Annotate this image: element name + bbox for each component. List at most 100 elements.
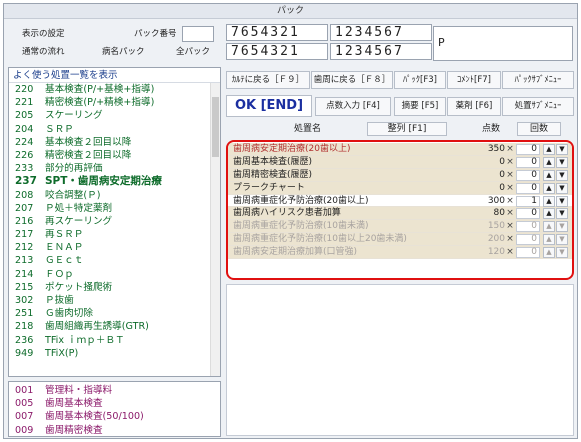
increment-button[interactable]: ▲ [543, 221, 555, 233]
table-row[interactable]: 歯周病重症化予防治療(20歯以上) 300 × 1 ▲ ▼ [228, 194, 572, 208]
procedure-name: 歯周病重症化予防治療(20歯以上) [233, 195, 369, 206]
procedure-name: 歯周病重症化予防治療(10歯以上20歯未満) [233, 234, 407, 245]
procedure-name: 歯周基本検査(履歴) [233, 156, 313, 167]
ok-end-button[interactable]: OK [END] [226, 95, 312, 117]
quantity-input[interactable]: 0 [516, 234, 540, 246]
decrement-button[interactable]: ▼ [556, 169, 568, 181]
list-item-label: 基本検査(P/+基検+指導) [45, 84, 155, 95]
increment-button[interactable]: ▲ [543, 247, 555, 259]
list-item-label: 歯周組織再生誘導(GTR) [45, 321, 149, 333]
favorite-list-header[interactable]: よく使う処置一覧を表示 [9, 68, 220, 83]
list-item[interactable]: 007 歯周基本検査(50/100) [9, 410, 220, 423]
full-pack-tab[interactable]: 全パック [176, 46, 210, 58]
list-item[interactable]: 009 歯周精密検査 [9, 424, 220, 436]
list-item[interactable]: 236 TFix ｉｍｐ＋ＢＴ [9, 334, 220, 347]
pack-submenu-button[interactable]: ﾊﾟｯｸｻﾌﾞﾒﾆｭｰ [502, 71, 574, 89]
list-item[interactable]: 216 再スケーリング [9, 215, 220, 228]
increment-button[interactable]: ▲ [543, 208, 555, 220]
list-item[interactable]: 001 管理料・指導料 [9, 384, 220, 397]
points-input-button[interactable]: 点数入力 [F4] [315, 97, 391, 116]
comment-button[interactable]: ｺﾒﾝﾄ[F7] [447, 71, 501, 89]
list-item[interactable]: 208 咬合調整(Ｐ) [9, 189, 220, 202]
list-item-code: 207 [15, 202, 34, 214]
quantity-input[interactable]: 0 [516, 247, 540, 259]
list-item[interactable]: 224 基本検査２回目以降 [9, 136, 220, 149]
list-item[interactable]: 205 スケーリング [9, 109, 220, 122]
procedure-points: 350 [487, 144, 505, 154]
increment-button[interactable]: ▲ [543, 234, 555, 246]
list-scrollbar[interactable] [210, 83, 220, 376]
quantity-input[interactable]: 0 [516, 208, 540, 220]
decrement-button[interactable]: ▼ [556, 221, 568, 233]
increment-button[interactable]: ▲ [543, 182, 555, 194]
list-item-label: SPT・歯周病安定期治療 [45, 175, 162, 188]
decrement-button[interactable]: ▼ [556, 234, 568, 246]
list-item[interactable]: 204 ＳＲＰ [9, 123, 220, 136]
procedure-name: 歯周病ハイリスク患者加算 [233, 208, 341, 219]
decrement-button[interactable]: ▼ [556, 247, 568, 259]
list-item[interactable]: 251 Ｇ歯肉切除 [9, 307, 220, 320]
increment-button[interactable]: ▲ [543, 156, 555, 168]
list-item[interactable]: 215 ポケット掻爬術 [9, 281, 220, 294]
sort-button[interactable]: 整列 [F1] [367, 122, 447, 136]
quantity-input[interactable]: 1 [516, 195, 540, 207]
karte-back-button[interactable]: ｶﾙﾃに戻る［Ｆ９］ [226, 71, 310, 89]
list-item[interactable]: 213 ＧＥｃｔ [9, 254, 220, 267]
procedure-submenu-button[interactable]: 処置ｻﾌﾞﾒﾆｭｰ [502, 97, 574, 116]
normal-flow-tab[interactable]: 通常の流れ [22, 46, 65, 58]
list-item[interactable]: 212 ＥＮＡＰ [9, 241, 220, 254]
list-item[interactable]: 217 再ＳＲＰ [9, 228, 220, 241]
decrement-button[interactable]: ▼ [556, 144, 568, 155]
quantity-input[interactable]: 0 [516, 182, 540, 194]
list-item[interactable]: 233 部分的再評価 [9, 162, 220, 175]
patient-number-d: 1234567 [330, 43, 432, 60]
disease-pack-tab[interactable]: 病名パック [102, 46, 145, 58]
table-row[interactable]: 歯周病安定期治療加算(口管強) 120 × 0 ▲ ▼ [228, 246, 572, 260]
decrement-button[interactable]: ▼ [556, 208, 568, 220]
list-item[interactable]: 221 精密検査(P/+精検+指導) [9, 96, 220, 109]
list-item[interactable]: 237 SPT・歯周病安定期治療 [9, 175, 220, 188]
quantity-input[interactable]: 0 [516, 144, 540, 155]
decrement-button[interactable]: ▼ [556, 156, 568, 168]
list-item-label: Ｇ歯肉切除 [45, 308, 93, 320]
increment-button[interactable]: ▲ [543, 195, 555, 207]
list-item-code: 216 [15, 215, 34, 227]
pack-button[interactable]: ﾊﾟｯｸ[F3] [394, 71, 446, 89]
table-row[interactable]: プラークチャート 0 × 0 ▲ ▼ [228, 181, 572, 195]
list-item[interactable]: 220 基本検査(P/+基検+指導) [9, 83, 220, 96]
list-item-label: 歯周基本検査 [45, 398, 103, 410]
table-row[interactable]: 歯周病重症化予防治療(10歯未満) 150 × 0 ▲ ▼ [228, 220, 572, 234]
list-item[interactable]: 302 Ｐ抜歯 [9, 294, 220, 307]
procedure-table: 歯周病安定期治療(20歯以上) 350 × 0 ▲ ▼ 歯周基本検査(履歴) 0 × 0 ▲ ▼ 歯周精… [226, 140, 574, 280]
table-row[interactable]: 歯周病重症化予防治療(10歯以上20歯未満) 200 × 0 ▲ ▼ [228, 233, 572, 247]
increment-button[interactable]: ▲ [543, 144, 555, 155]
table-row[interactable]: 歯周精密検査(履歴) 0 × 0 ▲ ▼ [228, 168, 572, 182]
quantity-input[interactable]: 0 [516, 156, 540, 168]
decrement-button[interactable]: ▼ [556, 182, 568, 194]
increment-button[interactable]: ▲ [543, 169, 555, 181]
quantity-input[interactable]: 0 [516, 169, 540, 181]
medicine-button[interactable]: 薬剤 [F6] [447, 97, 501, 116]
list-item[interactable]: 226 精密検査２回目以降 [9, 149, 220, 162]
procedure-points: 120 [487, 247, 505, 258]
list-item[interactable]: 214 ＦＯｐ [9, 268, 220, 281]
summary-button[interactable]: 摘要 [F5] [394, 97, 446, 116]
list-item[interactable]: 207 Ｐ処＋特定薬剤 [9, 202, 220, 215]
list-item-label: ＥＮＡＰ [45, 242, 84, 254]
list-item[interactable]: 949 TFiX(P) [9, 347, 220, 360]
procedure-name: 歯周病安定期治療加算(口管強) [233, 247, 358, 258]
table-row[interactable]: 歯周基本検査(履歴) 0 × 0 ▲ ▼ [228, 155, 572, 169]
perio-back-button[interactable]: 歯周に戻る［Ｆ８］ [311, 71, 393, 89]
table-row[interactable]: 歯周病安定期治療(20歯以上) 350 × 0 ▲ ▼ [228, 143, 572, 156]
list-item-label: 基本検査２回目以降 [45, 136, 132, 148]
pack-number-input[interactable] [182, 26, 214, 42]
decrement-button[interactable]: ▼ [556, 195, 568, 207]
list-item-label: 歯周基本検査(50/100) [45, 411, 144, 423]
scroll-thumb[interactable] [212, 97, 219, 157]
multiply-sign: × [506, 156, 514, 167]
list-item-code: 208 [15, 189, 34, 201]
list-item[interactable]: 218 歯周組織再生誘導(GTR) [9, 320, 220, 333]
quantity-input[interactable]: 0 [516, 221, 540, 233]
list-item[interactable]: 005 歯周基本検査 [9, 397, 220, 410]
table-row[interactable]: 歯周病ハイリスク患者加算 80 × 0 ▲ ▼ [228, 207, 572, 221]
